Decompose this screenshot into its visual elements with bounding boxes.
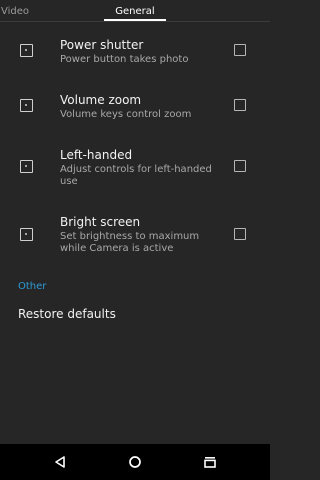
left-handed-icon bbox=[20, 160, 33, 173]
setting-volume-zoom[interactable]: Volume zoom Volume keys control zoom bbox=[0, 92, 270, 126]
setting-summary: Volume keys control zoom bbox=[60, 109, 192, 120]
volume-zoom-icon bbox=[20, 99, 33, 112]
navigation-bar bbox=[0, 444, 270, 480]
recents-icon[interactable] bbox=[202, 454, 218, 470]
setting-left-handed[interactable]: Left-handed Adjust controls for left-han… bbox=[0, 147, 270, 191]
setting-title: Power shutter bbox=[60, 38, 144, 52]
left-handed-checkbox[interactable] bbox=[234, 160, 246, 172]
tab-bar: Video General bbox=[0, 0, 270, 22]
setting-summary: Set brightness to maximum while Camera i… bbox=[60, 231, 200, 254]
volume-zoom-checkbox[interactable] bbox=[234, 99, 246, 111]
power-shutter-checkbox[interactable] bbox=[234, 44, 246, 56]
tab-video[interactable]: Video bbox=[0, 0, 30, 22]
home-icon[interactable] bbox=[127, 454, 143, 470]
bright-screen-icon bbox=[20, 228, 33, 241]
setting-power-shutter[interactable]: Power shutter Power button takes photo bbox=[0, 37, 270, 71]
setting-title: Volume zoom bbox=[60, 93, 142, 107]
back-icon[interactable] bbox=[53, 454, 69, 470]
setting-summary: Adjust controls for left-handed use bbox=[60, 164, 212, 187]
tab-divider bbox=[0, 21, 270, 22]
setting-bright-screen[interactable]: Bright screen Set brightness to maximum … bbox=[0, 214, 270, 258]
bright-screen-checkbox[interactable] bbox=[234, 228, 246, 240]
setting-summary: Power button takes photo bbox=[60, 54, 189, 65]
restore-defaults-item[interactable]: Restore defaults bbox=[18, 307, 116, 321]
setting-title: Left-handed bbox=[60, 148, 133, 162]
setting-title: Bright screen bbox=[60, 215, 141, 229]
power-shutter-icon bbox=[20, 44, 33, 57]
section-header-other: Other bbox=[18, 281, 47, 292]
